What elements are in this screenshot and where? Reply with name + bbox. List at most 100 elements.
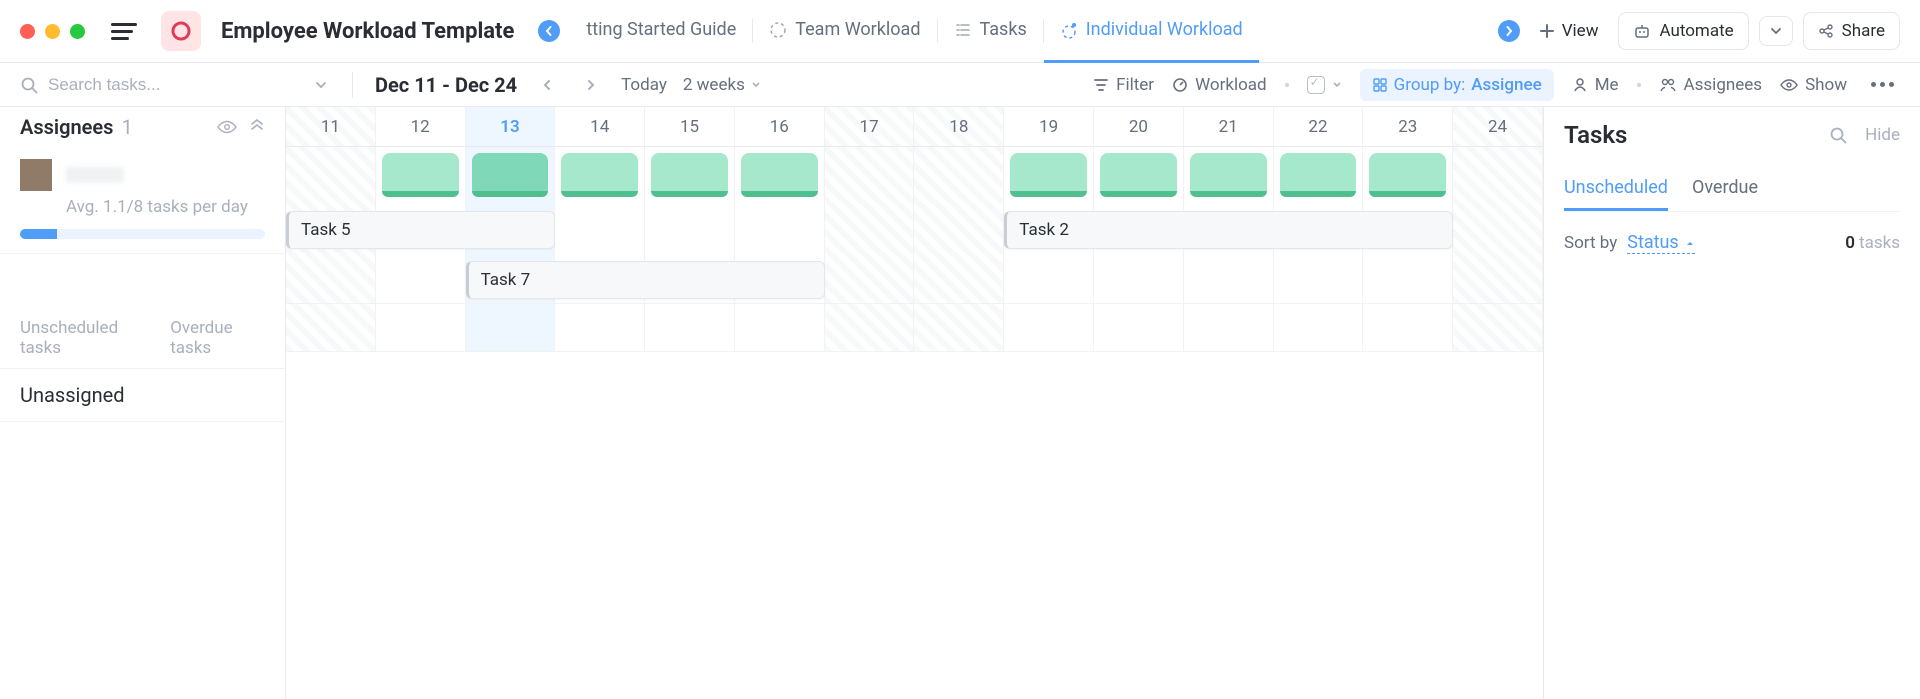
capacity-block[interactable] <box>1100 153 1177 197</box>
grid-cell <box>825 203 915 253</box>
caret-up-icon <box>1685 238 1695 248</box>
grid-cell <box>1094 253 1184 303</box>
unscheduled-tasks-link[interactable]: Unscheduled tasks <box>20 318 146 358</box>
task-bar[interactable]: Task 2 <box>1004 211 1453 249</box>
show-label: Show <box>1805 75 1847 95</box>
date-range-label[interactable]: Dec 11 - Dec 24 <box>375 73 517 97</box>
workload-toggle[interactable]: Workload <box>1172 75 1267 95</box>
search-options-button[interactable] <box>306 74 336 96</box>
add-view-button[interactable]: View <box>1530 13 1609 49</box>
view-tabs: tting Started Guide Team Workload Tasks <box>570 0 1487 63</box>
workload-settings-button[interactable] <box>1307 76 1342 94</box>
grid-cell <box>825 147 915 203</box>
share-button[interactable]: Share <box>1803 12 1900 50</box>
day-header-cell[interactable]: 14 <box>555 107 645 146</box>
day-header-cell[interactable]: 15 <box>645 107 735 146</box>
search-input[interactable] <box>48 75 228 95</box>
timespan-label: 2 weeks <box>683 75 745 95</box>
grid-cell <box>555 203 645 253</box>
capacity-block[interactable] <box>651 153 728 197</box>
capacity-block[interactable] <box>1010 153 1087 197</box>
tab-individual-workload[interactable]: Individual Workload <box>1044 0 1259 63</box>
capacity-block[interactable] <box>1369 153 1446 197</box>
eye-icon[interactable] <box>217 119 237 135</box>
task-bar[interactable]: Task 7 <box>466 261 825 299</box>
today-button[interactable]: Today <box>621 75 667 95</box>
filter-button[interactable]: Filter <box>1093 75 1154 95</box>
show-button[interactable]: Show <box>1780 75 1847 95</box>
capacity-block[interactable] <box>741 153 818 197</box>
sort-by-value: Status <box>1627 232 1678 253</box>
grid-cell <box>825 304 915 351</box>
day-header-cell[interactable]: 24 <box>1453 107 1543 146</box>
day-header-cell[interactable]: 11 <box>286 107 376 146</box>
day-header-cell[interactable]: 21 <box>1184 107 1274 146</box>
tabs-scroll-right-button[interactable] <box>1498 20 1520 42</box>
space-icon[interactable] <box>161 11 201 51</box>
more-options-button[interactable] <box>1865 76 1900 93</box>
assignee-row[interactable]: Avg. 1.1/8 tasks per day <box>0 147 285 254</box>
grid-cell <box>555 147 645 203</box>
day-header-cell[interactable]: 12 <box>376 107 466 146</box>
capacity-block[interactable] <box>382 153 459 197</box>
search-icon[interactable] <box>1829 126 1847 144</box>
hide-panel-button[interactable]: Hide <box>1865 125 1900 145</box>
automate-button[interactable]: Automate <box>1618 12 1748 50</box>
minimize-window-icon[interactable] <box>45 24 60 39</box>
timespan-dropdown[interactable]: 2 weeks <box>683 75 761 95</box>
capacity-block[interactable] <box>1280 153 1357 197</box>
tab-team-workload[interactable]: Team Workload <box>753 0 936 63</box>
assignees-filter-button[interactable]: Assignees <box>1659 75 1763 95</box>
tabs-scroll-left-button[interactable] <box>538 20 560 42</box>
window-controls[interactable] <box>20 24 85 39</box>
grid-cell <box>1184 253 1274 303</box>
grid-cell <box>286 304 376 351</box>
overdue-tasks-link[interactable]: Overdue tasks <box>170 318 265 358</box>
task-row: Task 7 <box>286 253 1543 303</box>
capacity-block[interactable] <box>561 153 638 197</box>
capacity-block[interactable] <box>472 153 549 197</box>
day-header-cell[interactable]: 17 <box>825 107 915 146</box>
group-by-button[interactable]: Group by: Assignee <box>1360 69 1554 101</box>
me-filter-button[interactable]: Me <box>1572 75 1619 95</box>
chevron-left-icon <box>541 79 553 91</box>
tasks-panel-title: Tasks <box>1564 121 1627 149</box>
chevron-down-icon <box>314 78 328 92</box>
grid-cell <box>914 304 1004 351</box>
search-tasks[interactable] <box>20 75 290 95</box>
day-header-cell[interactable]: 16 <box>735 107 825 146</box>
grid-cell <box>1004 147 1094 203</box>
day-header: 1112131415161718192021222324 <box>286 107 1543 147</box>
task-bar[interactable]: Task 5 <box>286 211 555 249</box>
grid-cell <box>1094 304 1184 351</box>
unassigned-row[interactable]: Unassigned <box>0 368 285 422</box>
gauge-icon <box>1172 77 1188 93</box>
date-prev-button[interactable] <box>533 75 561 95</box>
collapse-icon[interactable] <box>249 119 265 135</box>
workload-icon <box>769 21 787 39</box>
panel-tab-unscheduled[interactable]: Unscheduled <box>1564 167 1668 211</box>
day-header-cell[interactable]: 19 <box>1004 107 1094 146</box>
capacity-bar <box>20 229 265 239</box>
tab-getting-started[interactable]: tting Started Guide <box>570 0 752 63</box>
day-header-cell[interactable]: 22 <box>1274 107 1364 146</box>
automate-dropdown-button[interactable] <box>1759 16 1793 46</box>
capacity-row <box>286 147 1543 203</box>
hamburger-menu-icon[interactable] <box>111 23 137 40</box>
sort-by-dropdown[interactable]: Status <box>1627 232 1694 254</box>
robot-icon <box>1633 22 1651 40</box>
panel-tab-overdue[interactable]: Overdue <box>1692 167 1758 211</box>
assignees-heading: Assignees <box>20 115 113 139</box>
day-header-cell[interactable]: 18 <box>914 107 1004 146</box>
grid-cell <box>735 147 825 203</box>
grid-cell <box>1094 147 1184 203</box>
day-header-cell[interactable]: 23 <box>1363 107 1453 146</box>
date-next-button[interactable] <box>577 75 605 95</box>
tab-label: tting Started Guide <box>586 19 736 40</box>
day-header-cell[interactable]: 20 <box>1094 107 1184 146</box>
close-window-icon[interactable] <box>20 24 35 39</box>
tab-tasks[interactable]: Tasks <box>938 0 1043 63</box>
capacity-block[interactable] <box>1190 153 1267 197</box>
maximize-window-icon[interactable] <box>70 24 85 39</box>
day-header-cell[interactable]: 13 <box>466 107 556 146</box>
